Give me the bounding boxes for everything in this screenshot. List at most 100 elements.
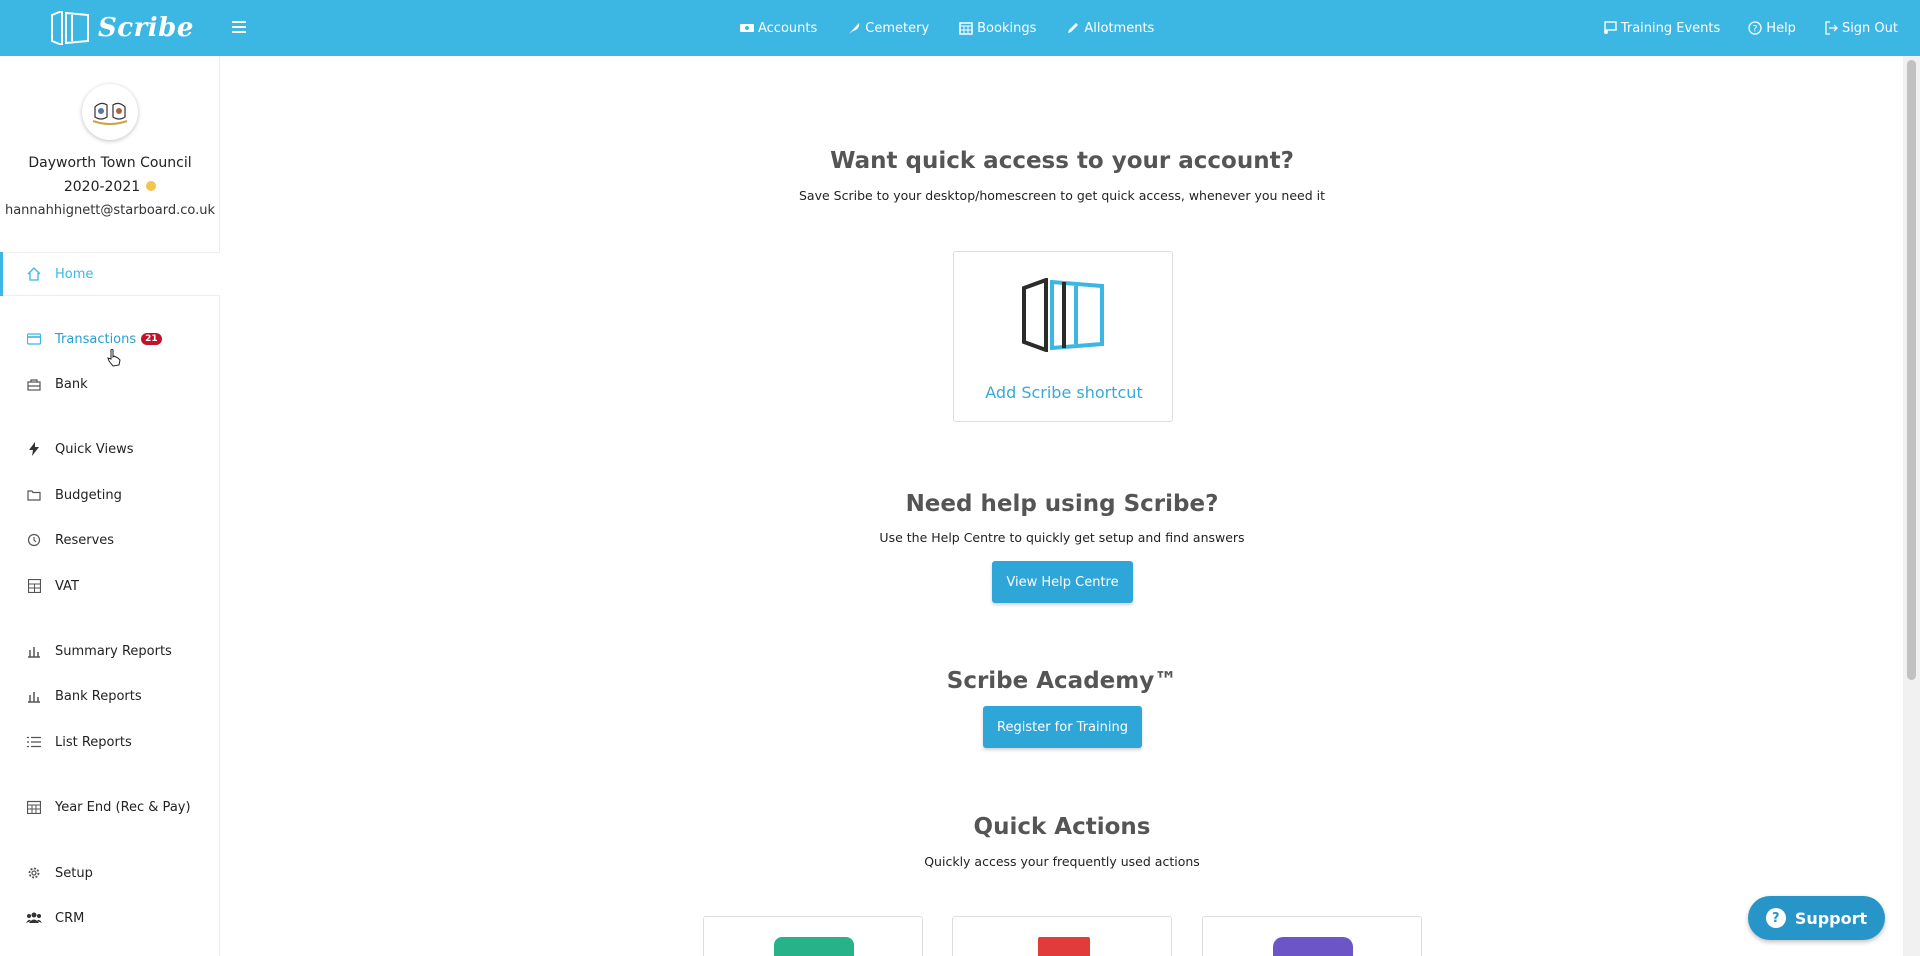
nav-training-events-label: Training Events: [1620, 20, 1721, 36]
sidebar-item-crm[interactable]: CRM: [0, 898, 220, 938]
nav-help-label: Help: [1766, 20, 1796, 36]
bolt-icon: [26, 441, 42, 457]
menu-toggle-icon[interactable]: [232, 17, 250, 39]
sidebar-item-quick-views[interactable]: Quick Views: [0, 429, 220, 469]
scrollbar-thumb[interactable]: [1907, 60, 1916, 680]
sidebar-item-label: CRM: [55, 910, 85, 926]
main-nav: Accounts Cemetery Bookings Allotments: [740, 0, 1154, 56]
sidebar-item-vat[interactable]: VAT: [0, 566, 220, 606]
feather-icon: [849, 23, 860, 34]
quick-action-card-1[interactable]: [703, 916, 923, 956]
sidebar: Dayworth Town Council 2020-2021 hannahhi…: [0, 56, 220, 956]
calendar-icon: [26, 799, 42, 815]
register-training-button[interactable]: Register for Training: [983, 706, 1142, 748]
support-label: Support: [1794, 908, 1868, 928]
sidebar-item-budgeting[interactable]: Budgeting: [0, 475, 220, 515]
scribe-logo-icon: [51, 11, 89, 45]
sidebar-item-bank[interactable]: Bank: [0, 364, 220, 404]
bar-chart-icon: [26, 688, 42, 704]
scribe-book-icon: [1022, 278, 1104, 352]
quick-action-purple-icon: [1273, 937, 1353, 956]
page-scrollbar[interactable]: [1903, 56, 1920, 956]
sidebar-item-label: Transactions: [55, 331, 137, 347]
view-help-centre-button[interactable]: View Help Centre: [992, 561, 1133, 603]
sidebar-item-label: Bank Reports: [55, 688, 142, 704]
quick-actions-subtitle: Quickly access your frequently used acti…: [924, 854, 1200, 869]
nav-cemetery[interactable]: Cemetery: [847, 21, 929, 36]
brand-logo[interactable]: Scribe: [48, 9, 194, 47]
academy-title: Scribe Academy™: [946, 668, 1178, 694]
nav-allotments-label: Allotments: [1084, 20, 1155, 36]
nav-help[interactable]: ? Help: [1748, 21, 1796, 36]
users-icon: [26, 910, 42, 926]
gear-icon: [26, 865, 42, 881]
calendar-icon: [959, 22, 973, 35]
top-navbar: Scribe Accounts Cemetery Bookings Allotm…: [0, 0, 1920, 56]
bank-icon: [26, 376, 42, 392]
sidebar-item-label: Year End (Rec & Pay): [55, 799, 191, 815]
sidebar-item-list-reports[interactable]: List Reports: [0, 722, 220, 762]
question-circle-icon: ?: [1748, 21, 1762, 35]
crest-icon: [92, 102, 128, 125]
quick-action-card-3[interactable]: [1202, 916, 1422, 956]
support-button[interactable]: ? Support: [1748, 896, 1885, 940]
main-content: Want quick access to your account? Save …: [221, 56, 1903, 956]
quick-access-title: Want quick access to your account?: [830, 148, 1294, 174]
brand-name: Scribe: [98, 13, 194, 43]
sidebar-item-year-end[interactable]: Year End (Rec & Pay): [0, 787, 220, 827]
bar-chart-icon: [26, 643, 42, 659]
sidebar-item-summary-reports[interactable]: Summary Reports: [0, 631, 220, 671]
help-title: Need help using Scribe?: [905, 491, 1219, 517]
list-icon: [26, 734, 42, 750]
add-shortcut-label: Add Scribe shortcut: [985, 383, 1143, 402]
sidebar-item-bank-reports[interactable]: Bank Reports: [0, 676, 220, 716]
year-status-dot: [146, 181, 157, 191]
sidebar-item-label: Reserves: [55, 532, 115, 548]
credit-card-icon: [26, 331, 42, 347]
nav-bookings[interactable]: Bookings: [959, 21, 1036, 36]
quick-actions-title: Quick Actions: [973, 814, 1151, 840]
calculator-icon: [26, 578, 42, 594]
sidebar-item-reserves[interactable]: Reserves: [0, 520, 220, 560]
presentation-icon: [1603, 21, 1617, 34]
org-name: Dayworth Town Council: [28, 155, 192, 171]
sidebar-item-label: Home: [55, 266, 94, 282]
nav-accounts-label: Accounts: [758, 20, 818, 36]
hand-cursor-icon: [107, 349, 121, 367]
pencil-icon: [1068, 23, 1079, 33]
sidebar-item-label: Summary Reports: [55, 643, 172, 659]
org-crest-avatar[interactable]: [82, 84, 138, 140]
sidebar-item-label: Setup: [55, 865, 93, 881]
sidebar-item-home[interactable]: Home: [0, 252, 220, 296]
nav-allotments[interactable]: Allotments: [1066, 21, 1154, 36]
money-icon: [740, 24, 754, 32]
financial-year[interactable]: 2020-2021: [0, 179, 220, 195]
nav-sign-out-label: Sign Out: [1841, 20, 1898, 36]
transactions-count-badge: 21: [141, 333, 162, 345]
sign-out-icon: [1825, 21, 1838, 35]
sidebar-item-label: Budgeting: [55, 487, 122, 503]
sidebar-item-label: List Reports: [55, 734, 132, 750]
quick-action-card-2[interactable]: [952, 916, 1172, 956]
user-email: hannahhignett@starboard.co.uk: [4, 203, 216, 218]
folder-icon: [26, 487, 42, 503]
add-shortcut-card[interactable]: Add Scribe shortcut: [953, 251, 1173, 422]
home-icon: [26, 266, 42, 282]
sidebar-item-setup[interactable]: Setup: [0, 853, 220, 893]
nav-accounts[interactable]: Accounts: [740, 21, 817, 36]
nav-sign-out[interactable]: Sign Out: [1824, 21, 1898, 36]
quick-action-green-icon: [774, 937, 854, 956]
history-icon: [26, 532, 42, 548]
sidebar-item-label: VAT: [55, 578, 79, 594]
help-subtitle: Use the Help Centre to quickly get setup…: [879, 530, 1245, 545]
sidebar-item-label: Quick Views: [55, 441, 134, 457]
financial-year-label: 2020-2021: [63, 179, 141, 195]
nav-bookings-label: Bookings: [977, 20, 1037, 36]
quick-access-subtitle: Save Scribe to your desktop/homescreen t…: [799, 188, 1325, 203]
question-icon: ?: [1765, 908, 1786, 928]
svg-text:?: ?: [1753, 25, 1758, 35]
quick-action-red-icon: [1038, 937, 1090, 956]
sidebar-item-label: Bank: [55, 376, 88, 392]
nav-training-events[interactable]: Training Events: [1603, 21, 1720, 36]
nav-cemetery-label: Cemetery: [865, 20, 930, 36]
